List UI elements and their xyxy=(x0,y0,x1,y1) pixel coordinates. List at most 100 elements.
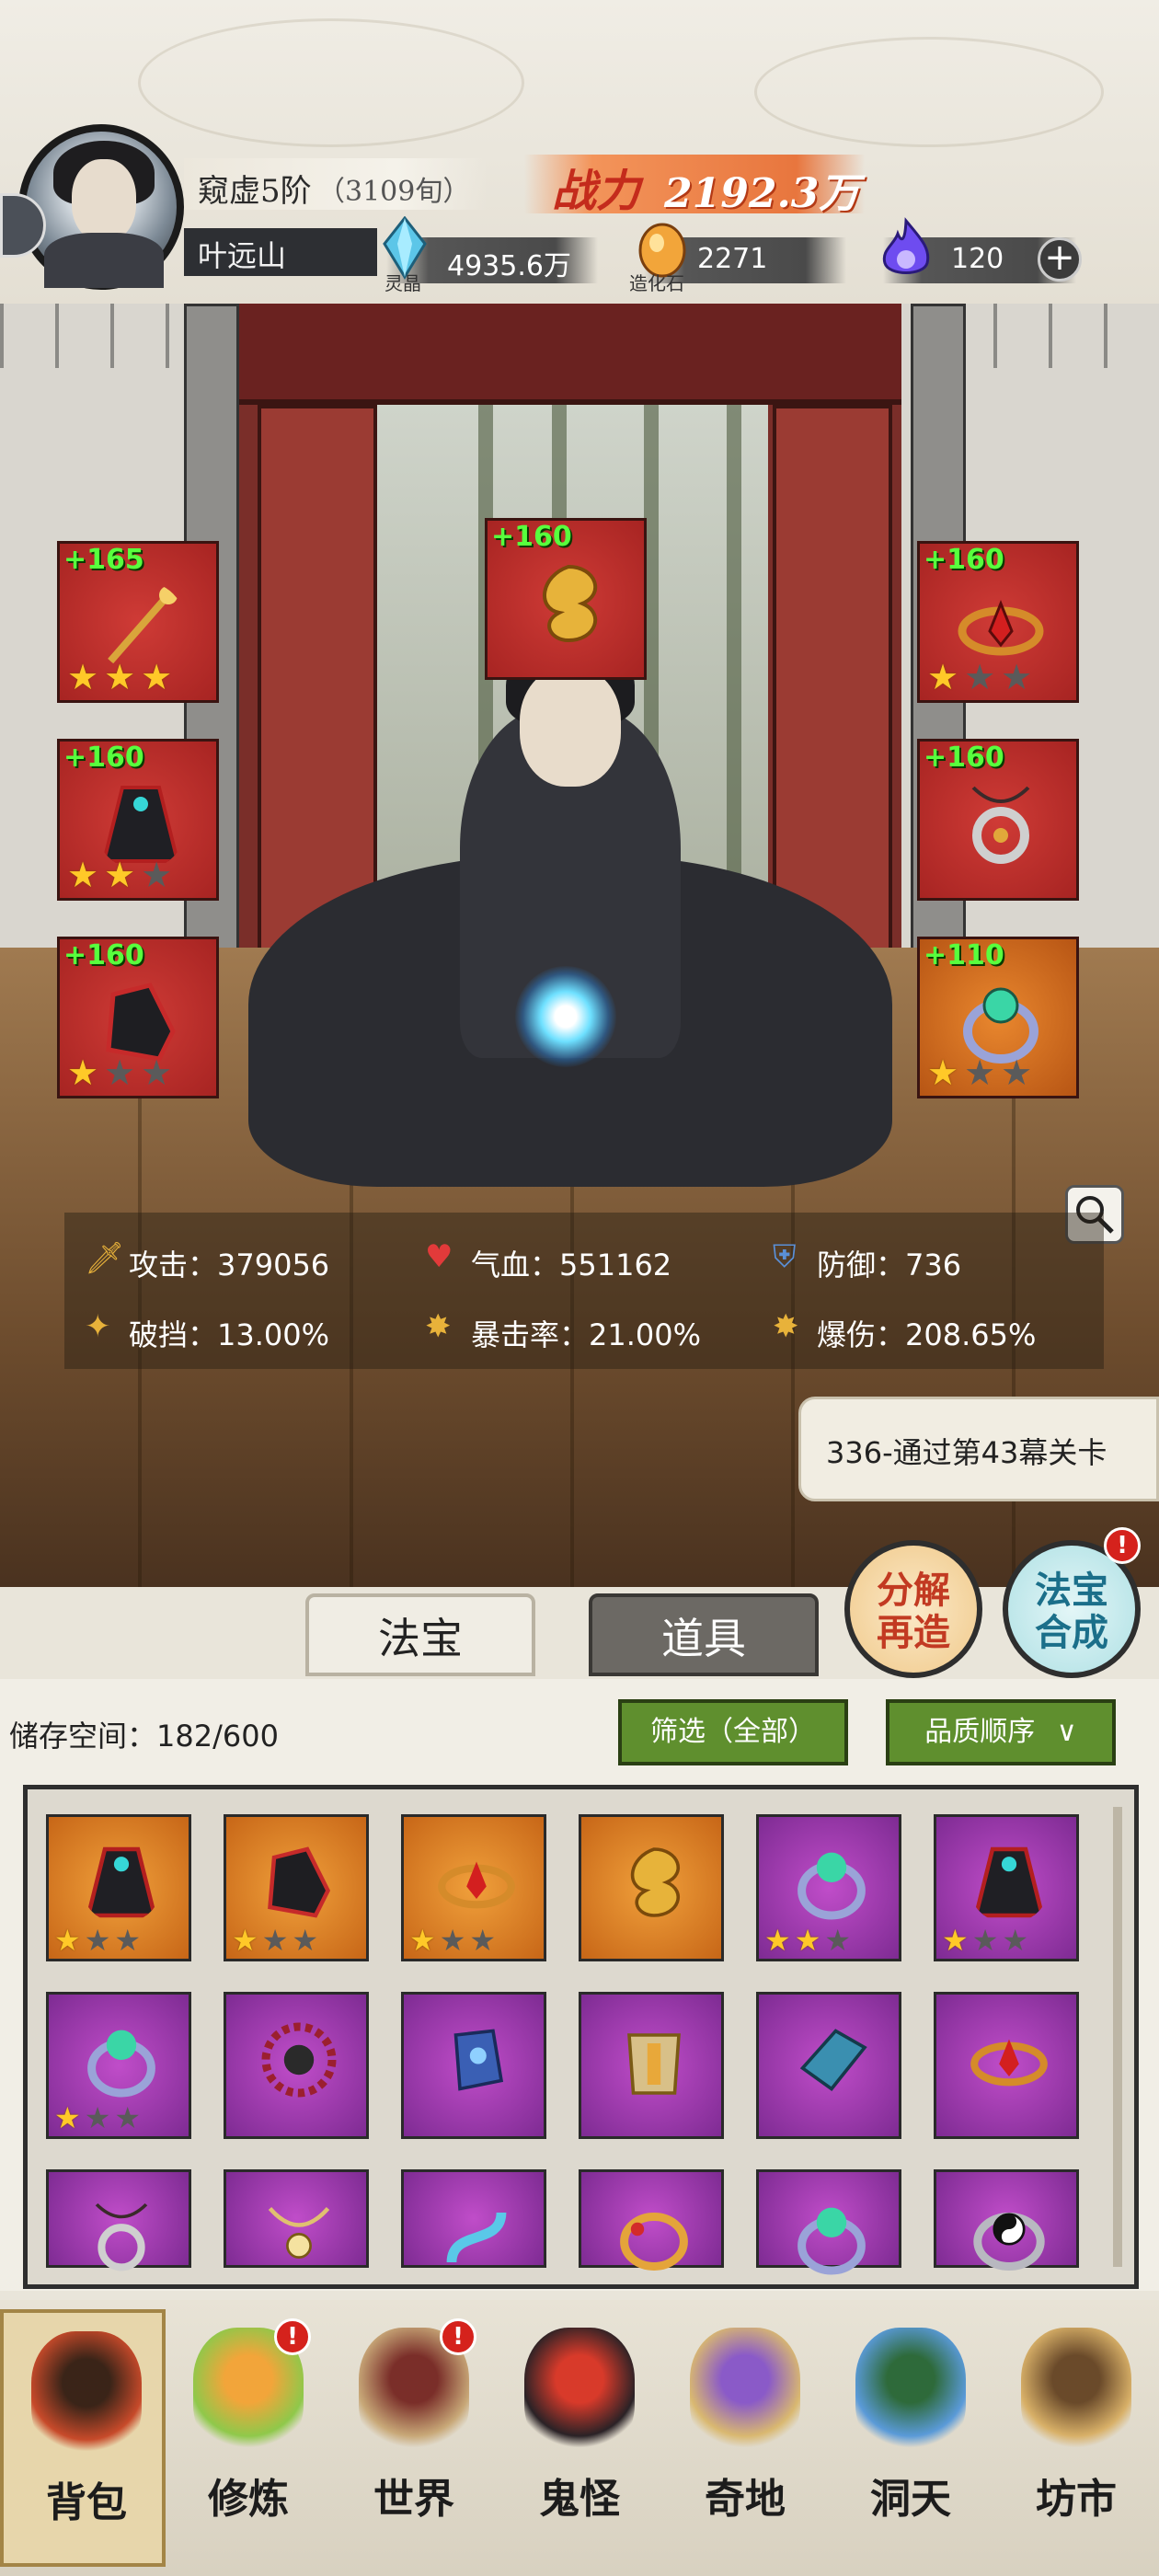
equip-slot-talisman[interactable]: +160 xyxy=(485,518,647,680)
boots-icon xyxy=(268,1846,331,1918)
nav-item[interactable]: 奇地 xyxy=(662,2309,828,2567)
equip-level: +160 xyxy=(924,544,1004,576)
alert-badge: ! xyxy=(440,2318,476,2355)
robe-icon xyxy=(973,1846,1045,1918)
sword-icon: 🗡 xyxy=(85,1240,125,1277)
inventory-item[interactable] xyxy=(401,1992,546,2139)
sort-dropdown[interactable]: 品质顺序 ∨ xyxy=(886,1699,1116,1765)
inventory-item[interactable] xyxy=(224,2169,369,2268)
yin-yang-ring-icon xyxy=(973,2213,1045,2271)
bracelet-icon xyxy=(620,2213,688,2271)
chevron-down-icon: ∨ xyxy=(1056,1716,1077,1748)
tab-items[interactable]: 道具 xyxy=(589,1593,819,1676)
inventory-item[interactable] xyxy=(579,1992,724,2139)
sort-label: 品质顺序 xyxy=(924,1716,1036,1748)
alert-badge: ! xyxy=(274,2318,311,2355)
synthesize-label: 法宝合成 xyxy=(1035,1569,1108,1654)
filter-button[interactable]: 筛选（全部） xyxy=(618,1699,848,1765)
nav-label: 修炼 xyxy=(208,2476,289,2523)
synthesize-alert-badge: ! xyxy=(1104,1527,1141,1564)
equip-slot-weapon[interactable]: +165 ★★★ xyxy=(57,541,219,703)
inventory-item[interactable]: ★★★ xyxy=(224,1814,369,1961)
star-rating: ★★★ xyxy=(67,1052,178,1093)
realm-duration: （3109旬） xyxy=(317,176,471,208)
nav-item[interactable]: 洞天 xyxy=(828,2309,993,2567)
inventory-item[interactable] xyxy=(934,1992,1079,2139)
break-icon: ✦ xyxy=(85,1308,111,1345)
equip-slot-ring[interactable]: +110 ★★★ xyxy=(917,937,1079,1098)
sleeve-icon xyxy=(799,2029,867,2091)
nav-item[interactable]: 世界! xyxy=(331,2309,497,2567)
soul-fire-value: 120 xyxy=(951,243,1004,275)
player-avatar[interactable] xyxy=(18,124,184,290)
inventory-item[interactable] xyxy=(579,1814,724,1961)
star-rating: ★★★ xyxy=(232,1923,323,1958)
nav-label: 世界 xyxy=(373,2476,454,2523)
crit-rate-icon: ✸ xyxy=(425,1308,452,1345)
creation-stone-value: 2271 xyxy=(697,243,768,275)
realm-label: 窥虚5阶 xyxy=(198,173,312,210)
golden-cloud-icon xyxy=(543,564,598,643)
decompose-button[interactable]: 分解再造 xyxy=(844,1540,982,1678)
robe-icon xyxy=(86,1846,157,1918)
stat-crit-rate: 暴击率：21.00% xyxy=(471,1317,702,1352)
equip-level: +160 xyxy=(63,742,144,774)
nav-label: 洞天 xyxy=(870,2476,951,2523)
inventory-item[interactable] xyxy=(756,2169,901,2275)
wheel-icon xyxy=(261,2022,337,2098)
inventory-item[interactable]: ★★★ xyxy=(934,1814,1079,1961)
market-icon xyxy=(1021,2328,1131,2456)
mountain-icon xyxy=(690,2328,800,2456)
nav-item[interactable]: 坊市 xyxy=(993,2309,1159,2567)
equip-level: +160 xyxy=(924,742,1004,774)
gauntlet-icon xyxy=(453,2029,504,2091)
nav-label: 坊市 xyxy=(1036,2476,1117,2523)
inventory-item[interactable] xyxy=(224,1992,369,2139)
nav-label: 背包 xyxy=(46,2479,127,2526)
spirit-orb xyxy=(515,966,616,1067)
ring-icon xyxy=(87,2030,155,2098)
star-rating: ★★★ xyxy=(54,2100,145,2135)
spirit-crystal-value: 4935.6万 xyxy=(447,250,571,282)
inventory-item[interactable] xyxy=(46,2169,191,2271)
star-rating: ★★★ xyxy=(927,657,1039,697)
inventory-item[interactable] xyxy=(756,1992,901,2139)
nav-item[interactable]: 背包 xyxy=(0,2309,166,2567)
star-rating: ★★★ xyxy=(764,1923,855,1958)
inventory-scrollbar[interactable] xyxy=(1113,1807,1122,2267)
inventory-item[interactable] xyxy=(579,2169,724,2271)
nav-item[interactable]: 鬼怪 xyxy=(497,2309,662,2567)
star-rating: ★★★ xyxy=(409,1923,500,1958)
golden-cloud-icon xyxy=(630,1847,680,1917)
inventory-item[interactable]: ★★★ xyxy=(46,1814,191,1961)
inventory-item[interactable] xyxy=(401,2169,546,2268)
equip-slot-pendant[interactable]: +160 xyxy=(917,739,1079,901)
inventory-item[interactable] xyxy=(934,2169,1079,2271)
equip-slot-boots[interactable]: +160 ★★★ xyxy=(57,937,219,1098)
equip-slot-helmet[interactable]: +160 ★★★ xyxy=(917,541,1079,703)
tab-treasure[interactable]: 法宝 xyxy=(305,1593,535,1676)
stat-crit-damage: 爆伤：208.65% xyxy=(817,1317,1037,1352)
inventory-item[interactable]: ★★★ xyxy=(756,1814,901,1961)
nav-label: 鬼怪 xyxy=(539,2476,620,2523)
player-name: 叶远山 xyxy=(198,238,287,273)
ring-icon xyxy=(798,1852,866,1920)
star-rating: ★★★ xyxy=(942,1923,1033,1958)
equip-level: +165 xyxy=(63,544,144,576)
inventory-item[interactable]: ★★★ xyxy=(401,1814,546,1961)
stat-break: 破挡：13.00% xyxy=(129,1317,330,1352)
equip-level: +160 xyxy=(491,521,572,553)
equip-level: +110 xyxy=(924,939,1004,972)
portal-icon xyxy=(855,2328,966,2456)
decompose-label: 分解再造 xyxy=(877,1569,950,1654)
nav-item[interactable]: 修炼! xyxy=(166,2309,331,2567)
crit-damage-icon: ✸ xyxy=(773,1308,799,1345)
add-resource-button[interactable]: + xyxy=(1038,237,1082,282)
pendant-icon xyxy=(95,2202,148,2271)
demon-egg-icon xyxy=(524,2328,635,2456)
inventory-item[interactable]: ★★★ xyxy=(46,1992,191,2139)
star-rating: ★★★ xyxy=(67,657,178,697)
cloud-decoration xyxy=(138,18,524,147)
heart-icon: ♥ xyxy=(425,1238,453,1275)
equip-slot-armor[interactable]: +160 ★★★ xyxy=(57,739,219,901)
